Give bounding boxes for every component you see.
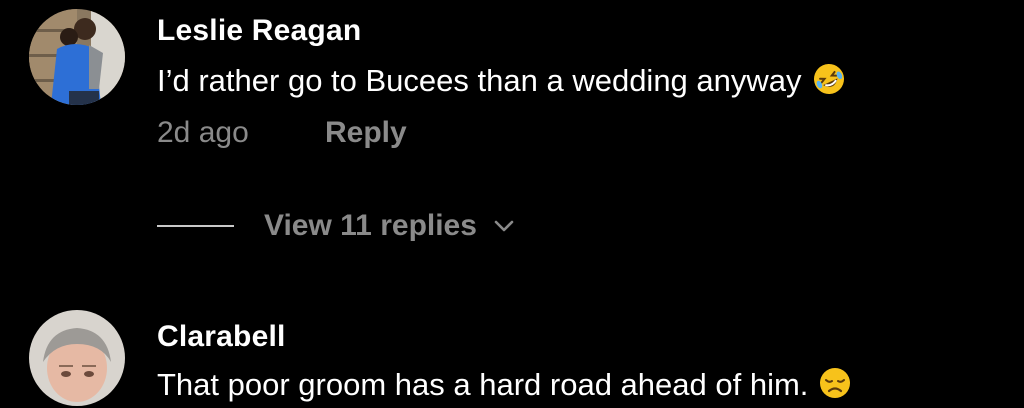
avatar-photo bbox=[29, 310, 125, 406]
comment-timestamp: 2d ago bbox=[157, 116, 249, 149]
comment-text-content: That poor groom has a hard road ahead of… bbox=[157, 367, 809, 402]
comment-text-content: I’d rather go to Bucees than a wedding a… bbox=[157, 63, 802, 98]
comment-item: Clarabell That poor groom has a hard roa… bbox=[0, 300, 1024, 406]
disappointed-face-emoji-icon bbox=[818, 366, 852, 400]
view-replies-row: View 11 replies bbox=[157, 206, 557, 246]
view-replies-button[interactable]: View 11 replies bbox=[264, 206, 515, 246]
reply-button[interactable]: Reply bbox=[325, 116, 407, 150]
comment-text: That poor groom has a hard road ahead of… bbox=[157, 366, 852, 403]
chevron-down-icon bbox=[494, 220, 514, 232]
comment-item: Leslie Reagan I’d rather go to Bucees th… bbox=[0, 0, 1024, 260]
avatar[interactable] bbox=[29, 9, 125, 105]
rolling-on-floor-laughing-emoji-icon bbox=[812, 62, 846, 96]
avatar-photo bbox=[29, 9, 125, 105]
avatar[interactable] bbox=[29, 310, 125, 406]
view-replies-label: View 11 replies bbox=[264, 209, 477, 242]
comment-text: I’d rather go to Bucees than a wedding a… bbox=[157, 62, 846, 99]
comment-author[interactable]: Clarabell bbox=[157, 320, 286, 354]
comment-author[interactable]: Leslie Reagan bbox=[157, 14, 361, 48]
replies-divider-line bbox=[157, 225, 234, 227]
